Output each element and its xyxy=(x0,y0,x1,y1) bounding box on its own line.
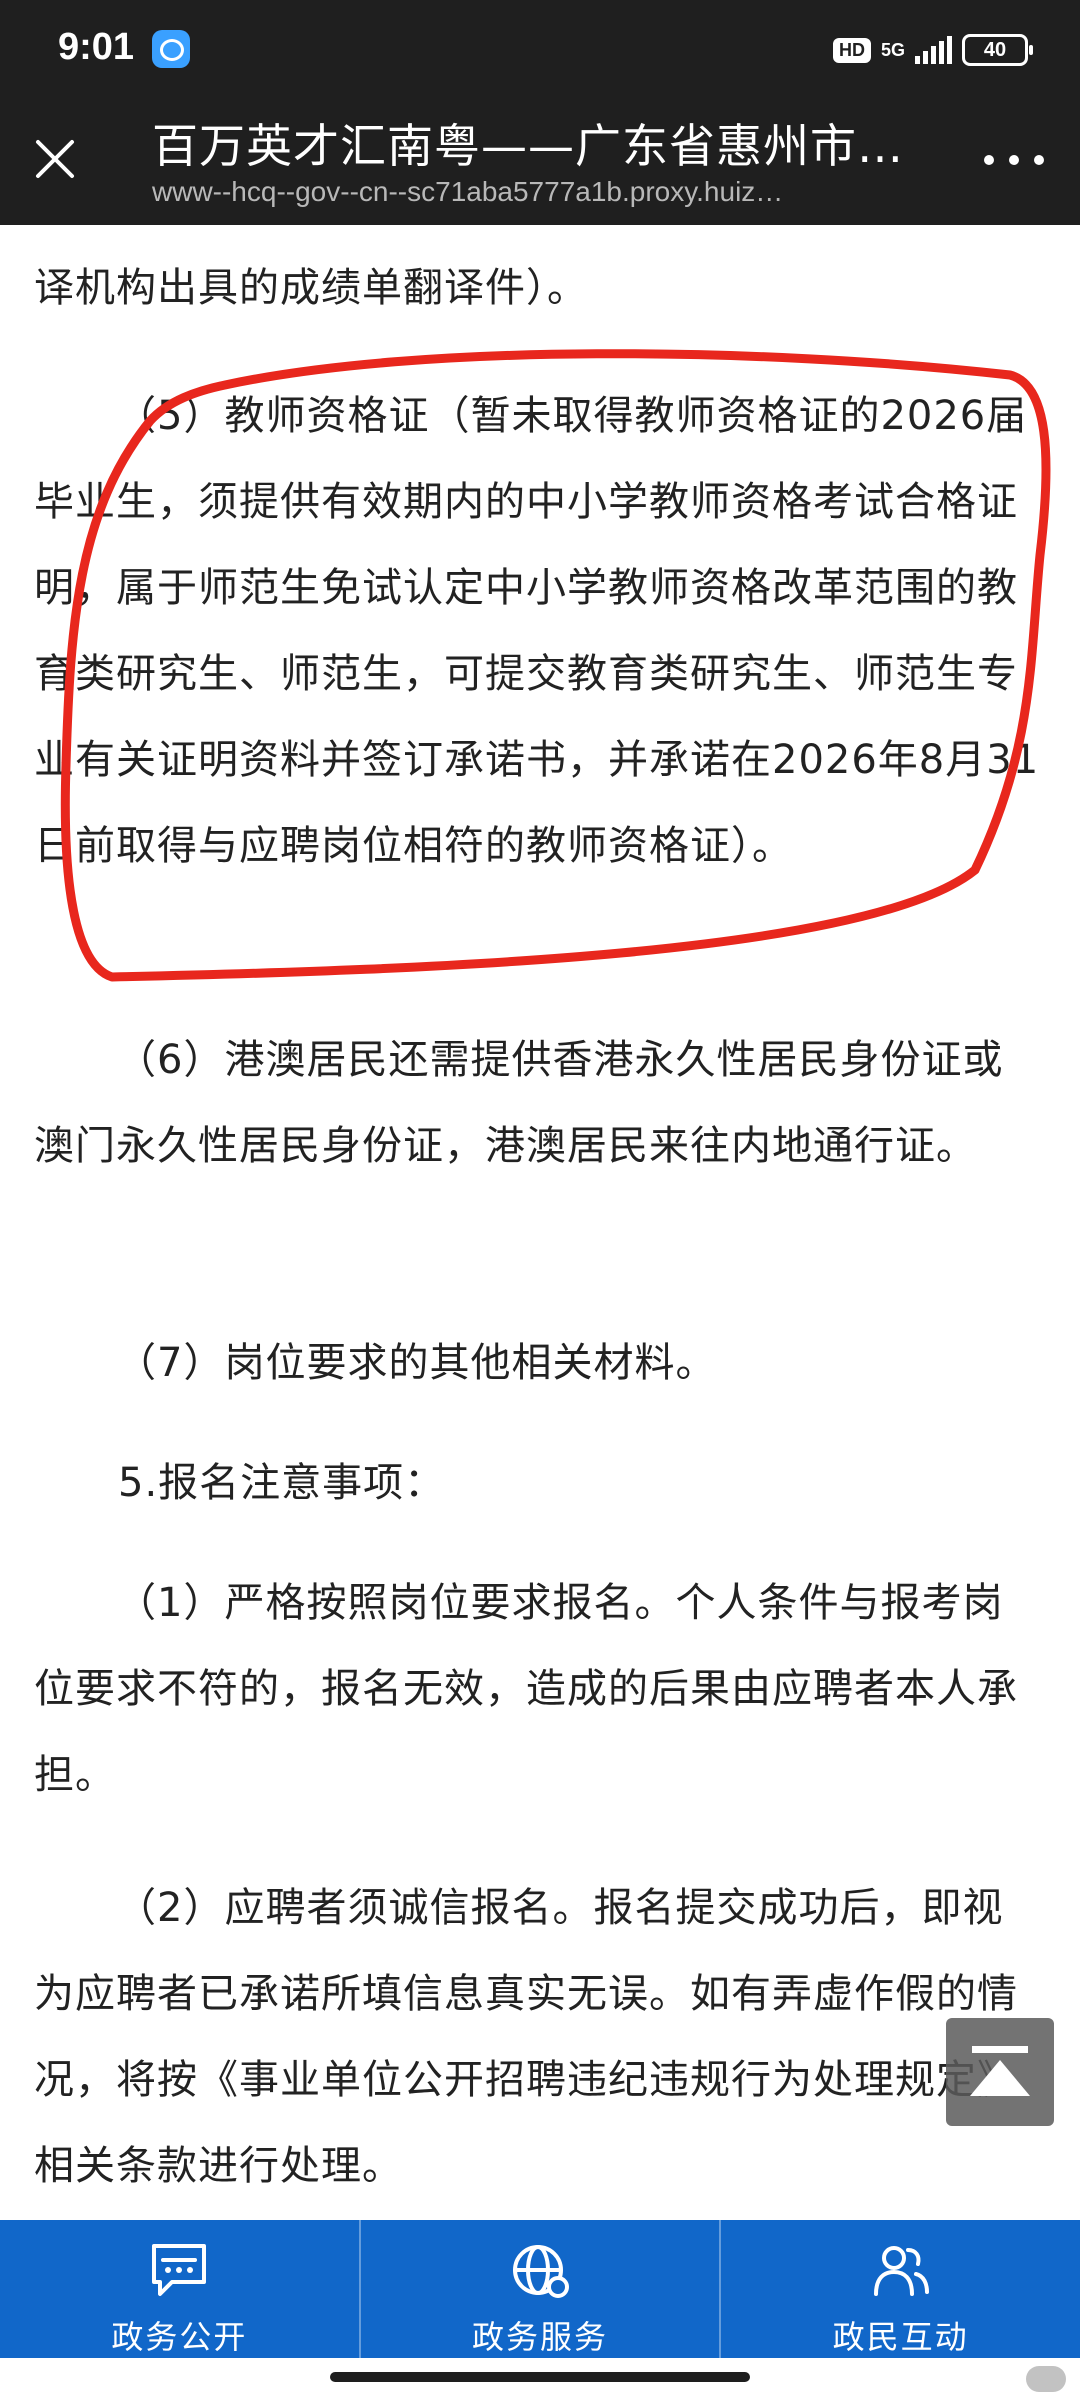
gesture-bar xyxy=(0,2358,1080,2400)
bottom-nav: 政务公开 政务服务 政民互动 xyxy=(0,2220,1080,2358)
status-bar: 9:01 HD 5G 40 xyxy=(0,0,1080,100)
paragraph: （1）严格按照岗位要求报名。个人条件与报考岗位要求不符的，报名无效，造成的后果由… xyxy=(34,1580,1018,1798)
signal-icon xyxy=(915,36,952,64)
notification-app-icon xyxy=(152,30,190,68)
paragraph: 译机构出具的成绩单翻译件）。 xyxy=(34,265,588,311)
status-indicators: HD 5G 40 xyxy=(832,30,1033,70)
watermark-logo xyxy=(1026,2366,1066,2392)
battery-level: 40 xyxy=(983,38,1007,61)
back-to-top-button[interactable] xyxy=(946,2018,1054,2126)
globe-icon xyxy=(513,2245,569,2298)
paragraph-teacher-certificate: （5）教师资格证（暂未取得教师资格证的2026届毕业生，须提供有效期内的中小学教… xyxy=(34,393,1040,869)
people-icon xyxy=(873,2246,929,2296)
nav-item-public-interaction[interactable]: 政民互动 xyxy=(719,2220,1080,2358)
hd-icon: HD xyxy=(832,37,871,63)
status-time: 9:01 xyxy=(58,26,135,68)
page-url: www--hcq--gov--cn--sc71aba5777a1b.proxy.… xyxy=(152,176,784,207)
paragraph: （7）岗位要求的其他相关材料。 xyxy=(116,1340,717,1386)
home-indicator[interactable] xyxy=(330,2372,750,2382)
nav-item-government-services[interactable]: 政务服务 xyxy=(358,2220,720,2358)
close-icon[interactable] xyxy=(30,134,80,184)
paragraph: （6）港澳居民还需提供香港永久性居民身份证或澳门永久性居民身份证，港澳居民来往内… xyxy=(34,1037,1004,1169)
message-icon xyxy=(152,2244,207,2296)
battery-icon: 40 xyxy=(962,34,1033,66)
network-type: 5G xyxy=(880,40,905,60)
page-title: 百万英才汇南粤——广东省惠州市… xyxy=(152,119,904,173)
nav-label: 政务公开 xyxy=(111,2318,248,2356)
paragraph: （2）应聘者须诚信报名。报名提交成功后，即视为应聘者已承诺所填信息真实无误。如有… xyxy=(34,1885,1018,2189)
section-heading: 5.报名注意事项： xyxy=(118,1460,446,1506)
back-to-top-icon xyxy=(972,2046,1028,2053)
nav-item-government-affairs[interactable]: 政务公开 xyxy=(0,2220,359,2358)
browser-title-bar: 百万英才汇南粤——广东省惠州市… www--hcq--gov--cn--sc71… xyxy=(0,100,1080,225)
nav-label: 政务服务 xyxy=(472,2318,609,2356)
nav-label: 政民互动 xyxy=(832,2318,969,2356)
article-content: 译机构出具的成绩单翻译件）。 （5）教师资格证（暂未取得教师资格证的2026届毕… xyxy=(0,225,1080,2220)
more-options-icon[interactable] xyxy=(984,148,1044,172)
